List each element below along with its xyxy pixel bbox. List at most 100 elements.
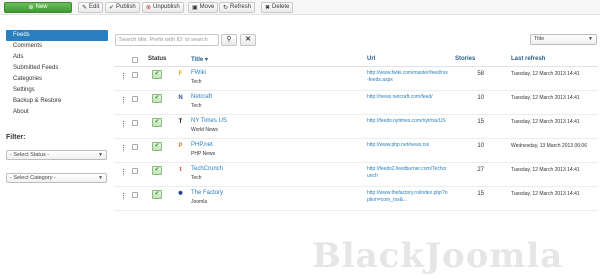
watermark: BlackJoomla	[312, 236, 564, 276]
header-title-label: Title	[191, 57, 204, 63]
techcrunch-icon: t	[179, 167, 182, 173]
move-button[interactable]: ▣ Move	[188, 2, 219, 13]
category-filter-value: - Select Category -	[10, 175, 56, 181]
delete-label: Delete	[272, 4, 290, 10]
category-filter-select[interactable]: - Select Category - ▼	[6, 173, 107, 183]
edit-icon: ✎	[82, 4, 88, 11]
chevron-down-icon: ▼	[588, 36, 593, 42]
published-status-toggle[interactable]: ✔	[152, 190, 162, 199]
row-checkbox[interactable]	[132, 192, 138, 198]
sidebar-item-submitted-feeds[interactable]: Submitted Feeds	[6, 63, 108, 74]
feed-title-link[interactable]: The Factory	[191, 190, 223, 196]
check-icon: ✔	[154, 71, 160, 77]
header-stories[interactable]: Stories	[455, 56, 475, 62]
feed-category: Tech	[191, 79, 202, 85]
drag-handle-icon[interactable]: ⋮	[120, 72, 127, 80]
toolbar: ⊕ New ✎ Edit ✔ Publish ⊗ Unpublish ▣ Mov…	[0, 0, 600, 15]
plus-icon: ⊕	[28, 4, 34, 11]
feed-category: Joomla	[191, 199, 208, 205]
feed-category: PHP News	[191, 151, 216, 157]
drag-handle-icon[interactable]: ⋮	[120, 192, 127, 200]
check-icon: ✔	[154, 95, 160, 101]
last-refresh-date: Tuesday, 12 March 2013 14:41	[511, 71, 580, 77]
search-button[interactable]: ⚲	[221, 34, 237, 46]
close-icon: ✕	[245, 36, 251, 43]
edit-label: Edit	[89, 4, 100, 10]
feed-url-link[interactable]: http://www.fwiki.com/master/feed/rss-fee…	[367, 70, 449, 84]
check-icon: ✔	[109, 4, 115, 11]
filter-title: Filter:	[6, 134, 26, 141]
drag-handle-icon[interactable]: ⋮	[120, 144, 127, 152]
feed-category: Tech	[191, 175, 202, 181]
row-checkbox[interactable]	[132, 96, 138, 102]
sidebar-item-settings[interactable]: Settings	[6, 85, 108, 96]
edit-button[interactable]: ✎ Edit	[78, 2, 104, 13]
refresh-label: Refresh	[230, 4, 252, 10]
header-last-refresh[interactable]: Last refresh	[511, 56, 545, 62]
feed-title-link[interactable]: FWiki	[191, 70, 206, 76]
sidebar-item-categories[interactable]: Categories	[6, 74, 108, 85]
row-checkbox[interactable]	[132, 144, 138, 150]
sidebar-item-backup-restore[interactable]: Backup & Restore	[6, 96, 108, 107]
published-status-toggle[interactable]: ✔	[152, 118, 162, 127]
unpublish-button[interactable]: ⊗ Unpublish	[142, 2, 184, 13]
sidebar-item-feeds[interactable]: Feeds	[6, 30, 108, 41]
feed-url-link[interactable]: http://news.netcraft.com/feed/	[367, 94, 449, 101]
factory-icon: ✹	[177, 191, 184, 197]
netcraft-icon: N	[178, 95, 183, 101]
feed-title-link[interactable]: TechCrunch	[191, 166, 223, 172]
unpublish-icon: ⊗	[146, 4, 152, 11]
feed-title-link[interactable]: Netcraft	[191, 94, 212, 100]
last-refresh-date: Wednesday, 13 March 2013 06:06	[511, 143, 587, 149]
select-all-checkbox[interactable]	[132, 57, 138, 63]
sidebar-item-ads[interactable]: Ads	[6, 52, 108, 63]
move-label: Move	[199, 4, 215, 10]
feed-url-link[interactable]: http://feeds2.feedburner.com/Techcrunch	[367, 166, 449, 180]
new-button[interactable]: ⊕ New	[4, 2, 72, 13]
last-refresh-date: Tuesday, 12 March 2013 14:41	[511, 191, 580, 197]
feed-url-link[interactable]: http://feeds.nytimes.com/nyt/rss/US	[367, 118, 449, 125]
sort-value: Title	[534, 36, 545, 42]
table-row: ⋮ ✔ P PHP.net PHP News http://www.php.net/new…	[114, 139, 598, 163]
feed-category: Tech	[191, 103, 202, 109]
feed-title-link[interactable]: NY Times US	[191, 118, 227, 124]
clear-search-button[interactable]: ✕	[240, 34, 256, 46]
sort-select[interactable]: Title ▼	[530, 34, 597, 45]
published-status-toggle[interactable]: ✔	[152, 70, 162, 79]
refresh-button[interactable]: ↻ Refresh	[219, 2, 256, 13]
chevron-down-icon: ▼	[98, 152, 103, 158]
feed-url-link[interactable]: http://www.thefactory.ro/index.php?optio…	[367, 190, 449, 204]
move-icon: ▣	[192, 4, 198, 11]
published-status-toggle[interactable]: ✔	[152, 94, 162, 103]
drag-handle-icon[interactable]: ⋮	[120, 120, 127, 128]
feed-category: World News	[191, 127, 218, 133]
feed-url-link[interactable]: http://www.php.net/news.rss	[367, 142, 449, 149]
chevron-down-icon: ▼	[98, 175, 103, 181]
sidebar-nav: Feeds Comments Ads Submitted Feeds Categ…	[6, 30, 108, 118]
header-status[interactable]: Status	[148, 56, 166, 62]
published-status-toggle[interactable]: ✔	[152, 142, 162, 151]
stories-count: 10	[477, 95, 484, 101]
drag-handle-icon[interactable]: ⋮	[120, 96, 127, 104]
search-input[interactable]: Search title. Prefix with ID: to search	[115, 34, 219, 46]
header-url[interactable]: Url	[367, 56, 375, 62]
last-refresh-date: Tuesday, 12 March 2013 14:41	[511, 167, 580, 173]
sidebar-item-about[interactable]: About	[6, 107, 108, 118]
status-filter-select[interactable]: - Select Status - ▼	[6, 150, 107, 160]
row-checkbox[interactable]	[132, 120, 138, 126]
row-checkbox[interactable]	[132, 168, 138, 174]
header-title[interactable]: Title ▾	[191, 56, 208, 63]
new-label: New	[35, 4, 48, 10]
feed-title-link[interactable]: PHP.net	[191, 142, 213, 148]
published-status-toggle[interactable]: ✔	[152, 166, 162, 175]
delete-icon: ✖	[265, 4, 271, 11]
table-row: ⋮ ✔ T NY Times US World News http://feeds.nyt…	[114, 115, 598, 139]
nytimes-icon: T	[178, 119, 183, 125]
unpublish-label: Unpublish	[153, 4, 180, 10]
drag-handle-icon[interactable]: ⋮	[120, 168, 127, 176]
publish-button[interactable]: ✔ Publish	[105, 2, 140, 13]
delete-button[interactable]: ✖ Delete	[261, 2, 294, 13]
feeds-table: Status Title ▾ Url Stories Last refresh …	[114, 52, 598, 211]
sidebar-item-comments[interactable]: Comments	[6, 41, 108, 52]
row-checkbox[interactable]	[132, 72, 138, 78]
